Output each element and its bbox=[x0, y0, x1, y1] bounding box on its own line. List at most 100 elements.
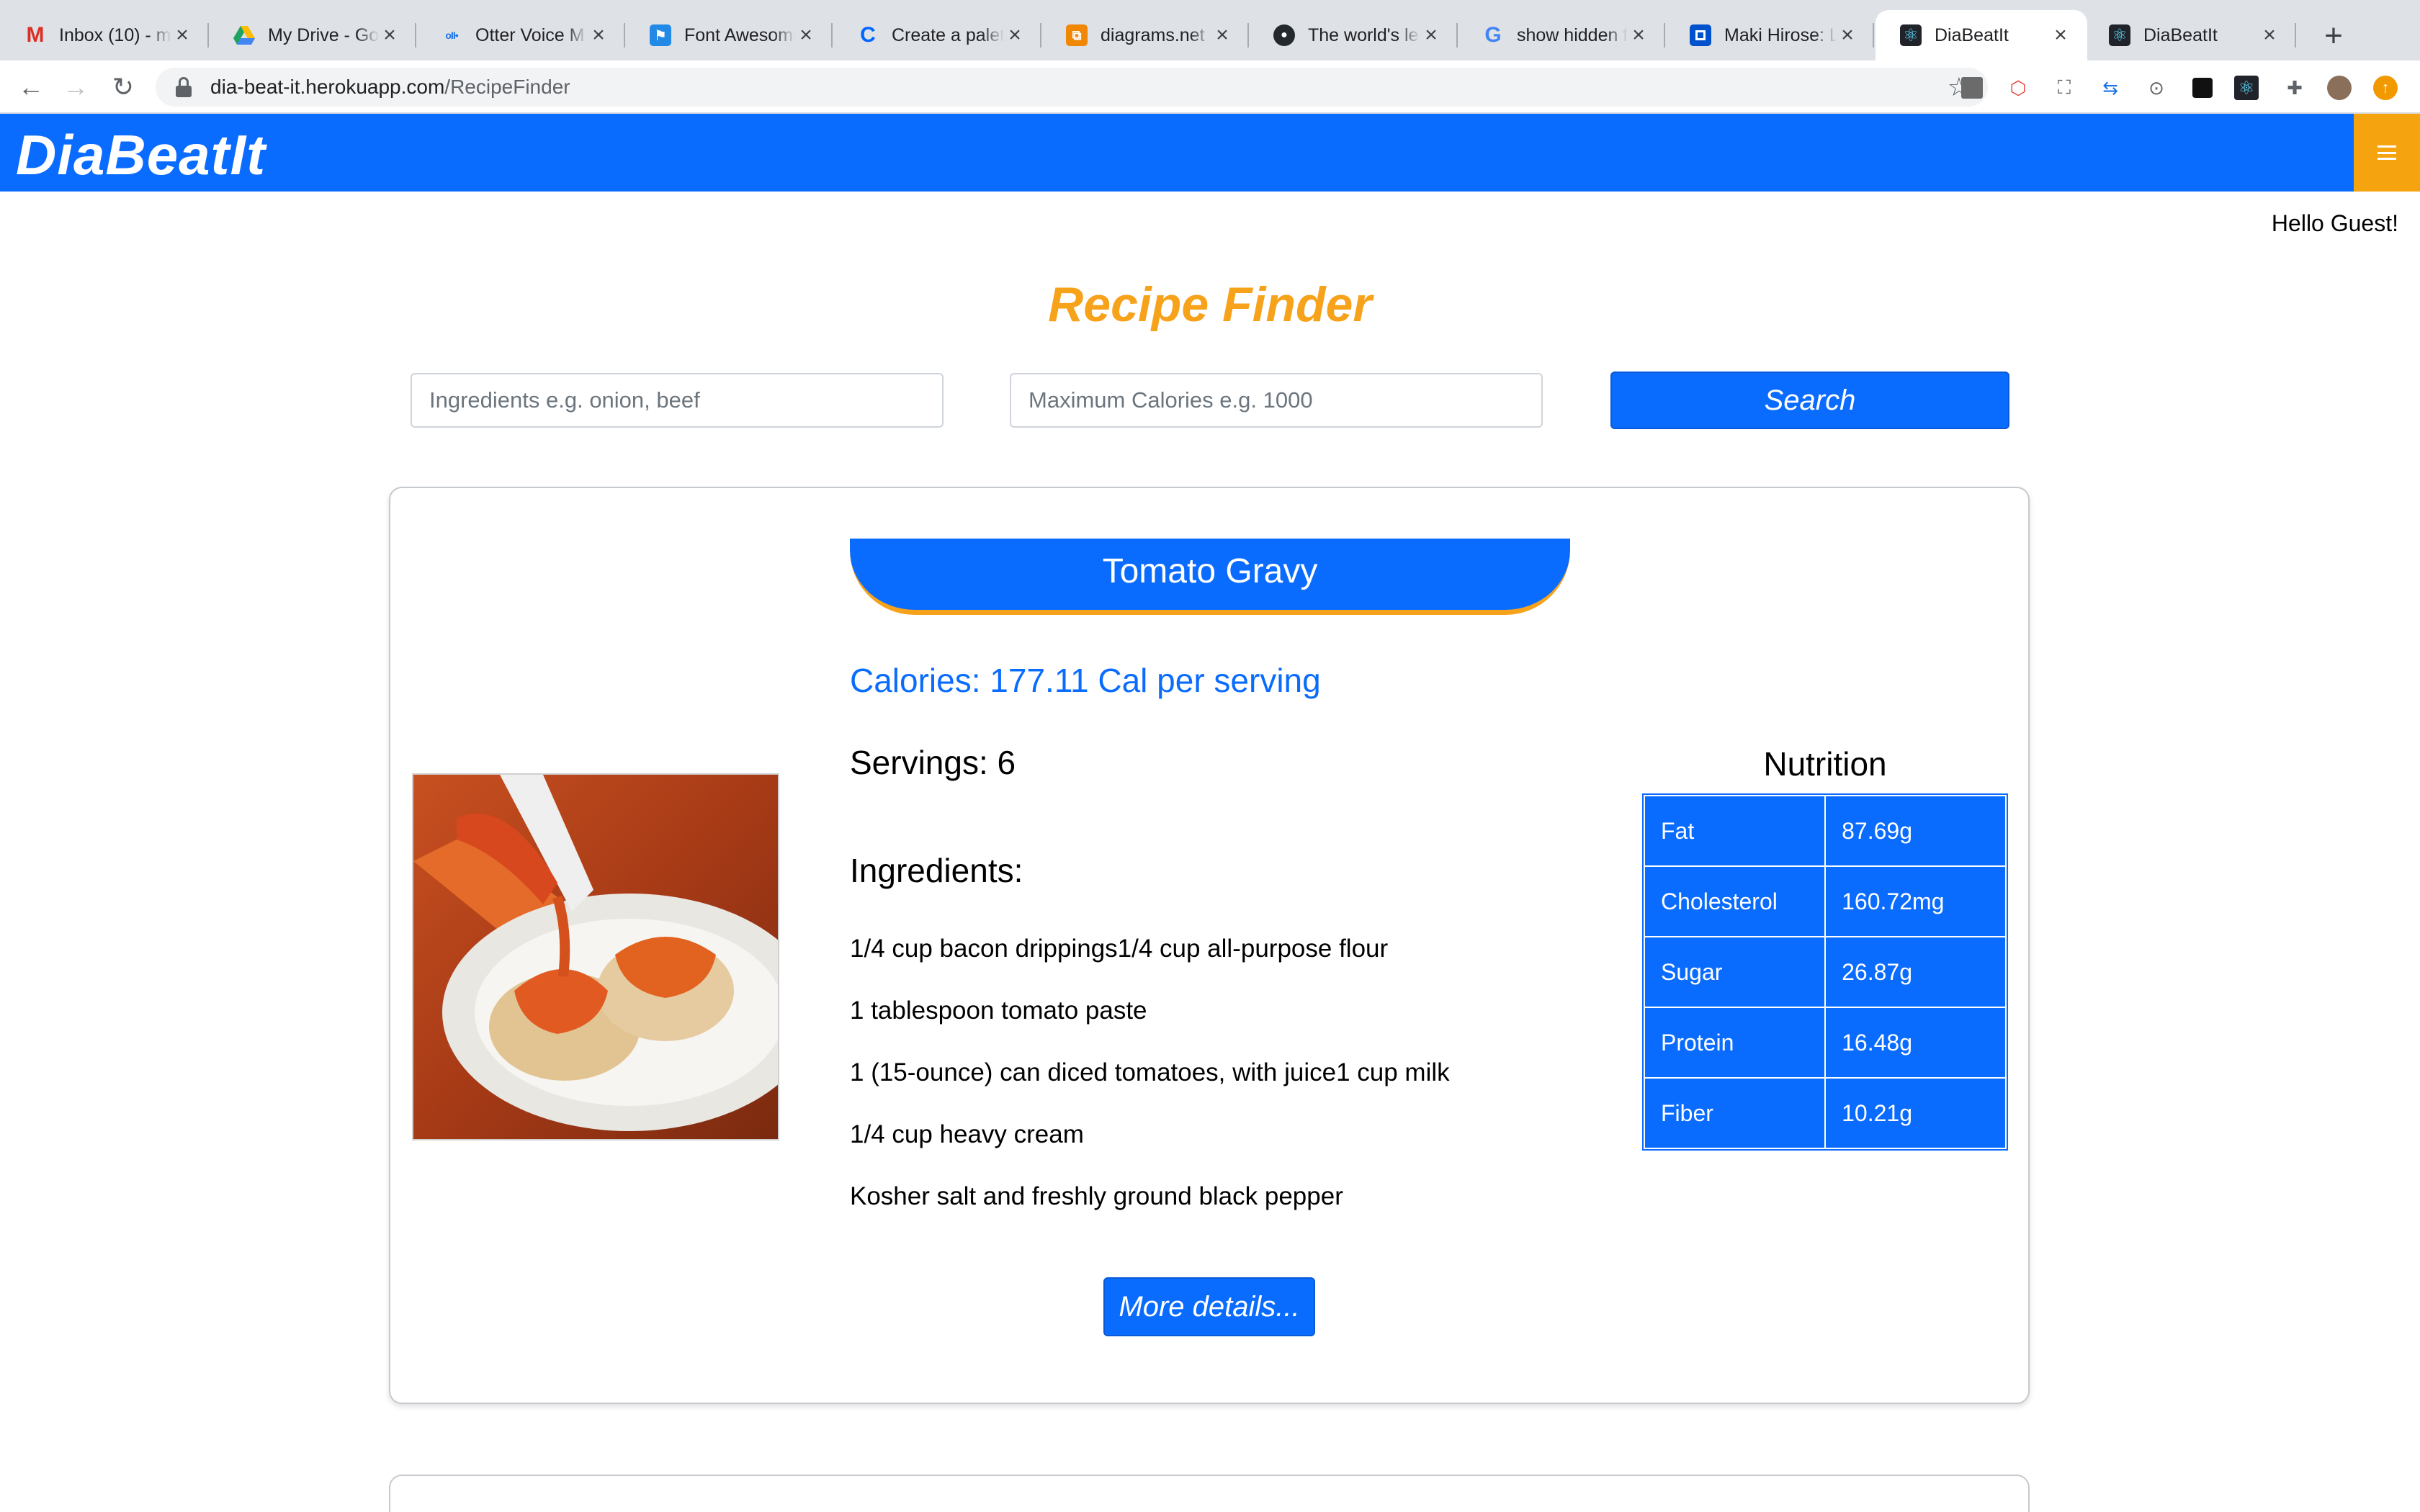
browser-tab-active[interactable]: ⚛ DiaBeatIt × bbox=[1876, 10, 2087, 60]
close-icon[interactable]: × bbox=[2050, 24, 2071, 46]
tab-title: My Drive - Go bbox=[268, 24, 379, 45]
nutrition-table: Fat 87.69g Cholesterol 160.72mg Sugar 26… bbox=[1642, 793, 2008, 1151]
react-icon: ⚛ bbox=[2109, 24, 2130, 46]
tab-title: DiaBeatIt bbox=[1935, 24, 2009, 45]
browser-tab[interactable]: M Inbox (10) - m × bbox=[0, 10, 209, 60]
search-button[interactable]: Search bbox=[1610, 372, 2009, 429]
close-icon[interactable]: × bbox=[171, 24, 193, 46]
tab-title: DiaBeatIt bbox=[2143, 24, 2218, 45]
close-icon[interactable]: × bbox=[1004, 24, 1026, 46]
close-icon[interactable]: × bbox=[1211, 24, 1233, 46]
browser-tab[interactable]: ⚑ Font Awesome × bbox=[625, 10, 833, 60]
tab-title: Create a palet bbox=[892, 24, 1004, 45]
browser-tab[interactable]: C Create a palet × bbox=[833, 10, 1041, 60]
nutrient-label: Fiber bbox=[1643, 1077, 1827, 1149]
extension-icon[interactable] bbox=[1958, 73, 1986, 102]
lock-icon bbox=[176, 77, 192, 97]
user-greeting: Hello Guest! bbox=[2271, 210, 2398, 236]
ingredient-item: 1/4 cup bacon drippings1/4 cup all-purpo… bbox=[850, 935, 1389, 963]
browser-tab[interactable]: My Drive - Go × bbox=[209, 10, 416, 60]
browser-tab[interactable]: ⧉ diagrams.net × bbox=[1041, 10, 1249, 60]
tab-title: diagrams.net bbox=[1101, 24, 1205, 45]
recipe-title: Tomato Gravy bbox=[850, 539, 1570, 615]
nutrient-label: Sugar bbox=[1643, 936, 1827, 1008]
browser-tab[interactable]: oII• Otter Voice M × bbox=[416, 10, 625, 60]
close-icon[interactable]: × bbox=[588, 24, 609, 46]
tab-title: Inbox (10) - m bbox=[59, 24, 171, 45]
ingredient-item: 1 (15-ounce) can diced tomatoes, with ju… bbox=[850, 1058, 1450, 1086]
ingredient-item: 1 tablespoon tomato paste bbox=[850, 996, 1147, 1025]
forward-icon[interactable]: → bbox=[58, 69, 94, 105]
extension-icon[interactable]: ⬡ bbox=[2004, 73, 2033, 102]
extension-icon[interactable] bbox=[2188, 73, 2217, 102]
react-devtools-icon[interactable]: ⚛ bbox=[2234, 76, 2259, 100]
table-row: Protein 16.48g bbox=[1643, 1007, 2007, 1079]
extensions-puzzle-icon[interactable]: ✚ bbox=[2280, 73, 2309, 102]
google-drive-icon bbox=[233, 24, 255, 46]
nutrient-label: Fat bbox=[1643, 795, 1827, 867]
nutrient-value: 10.21g bbox=[1824, 1077, 2007, 1149]
browser-tab[interactable]: G show hidden f × bbox=[1458, 10, 1665, 60]
table-row: Fiber 10.21g bbox=[1643, 1077, 2007, 1149]
browser-tab-bar: M Inbox (10) - m × My Drive - Go × oII• … bbox=[0, 0, 2420, 60]
ingredients-list: 1/4 cup bacon drippings1/4 cup all-purpo… bbox=[850, 933, 1450, 1243]
new-tab-button[interactable]: + bbox=[2313, 16, 2354, 56]
table-row: Fat 87.69g bbox=[1643, 795, 2007, 867]
close-icon[interactable]: × bbox=[795, 24, 817, 46]
page-title: Recipe Finder bbox=[1048, 277, 1372, 332]
tab-title: The world's le bbox=[1308, 24, 1419, 45]
nutrient-label: Protein bbox=[1643, 1007, 1827, 1079]
browser-tab[interactable]: Maki Hirose: L × bbox=[1665, 10, 1874, 60]
screenshot-icon[interactable]: ⛶ bbox=[2050, 73, 2079, 102]
nutrient-value: 16.48g bbox=[1824, 1007, 2007, 1079]
otter-icon: oII• bbox=[445, 30, 458, 41]
recipe-calories: Calories: 177.11 Cal per serving bbox=[850, 662, 1321, 699]
update-icon[interactable]: ↑ bbox=[2371, 73, 2400, 102]
avatar[interactable] bbox=[2325, 73, 2354, 102]
address-bar[interactable]: dia-beat-it.herokuapp.com/RecipeFinder ☆ bbox=[156, 68, 1988, 107]
nutrient-value: 87.69g bbox=[1824, 795, 2007, 867]
ingredients-input[interactable] bbox=[411, 373, 944, 428]
diagrams-icon: ⧉ bbox=[1066, 24, 1088, 46]
close-icon[interactable]: × bbox=[1837, 24, 1858, 46]
url-text: dia-beat-it.herokuapp.com/RecipeFinder bbox=[210, 76, 570, 98]
github-icon: ● bbox=[1273, 24, 1295, 46]
nutrition-heading: Nutrition bbox=[1763, 745, 1887, 783]
nutrient-label: Cholesterol bbox=[1643, 865, 1827, 937]
max-calories-input[interactable] bbox=[1010, 373, 1543, 428]
tab-title: show hidden f bbox=[1517, 24, 1628, 45]
react-icon: ⚛ bbox=[1900, 24, 1922, 46]
close-icon[interactable]: × bbox=[2259, 24, 2280, 46]
close-icon[interactable]: × bbox=[1628, 24, 1649, 46]
menu-toggle-button[interactable] bbox=[2354, 114, 2420, 192]
browser-toolbar: ← → ↻ dia-beat-it.herokuapp.com/RecipeFi… bbox=[0, 60, 2420, 114]
gmail-icon: M bbox=[26, 23, 45, 47]
recipe-card bbox=[389, 1475, 2030, 1512]
font-awesome-icon: ⚑ bbox=[650, 24, 671, 46]
coolors-icon: C bbox=[860, 23, 876, 47]
browser-tab[interactable]: ● The world's le × bbox=[1249, 10, 1458, 60]
table-row: Cholesterol 160.72mg bbox=[1643, 865, 2007, 937]
browser-tab[interactable]: ⚛ DiaBeatIt × bbox=[2084, 10, 2296, 60]
brand-logo[interactable]: DiaBeatIt bbox=[16, 122, 266, 188]
close-icon[interactable]: × bbox=[379, 24, 400, 46]
extension-icon[interactable]: ⇆ bbox=[2096, 73, 2125, 102]
recipe-servings: Servings: 6 bbox=[850, 744, 1016, 781]
tab-title: Maki Hirose: L bbox=[1724, 24, 1837, 45]
tab-title: Font Awesome bbox=[684, 24, 795, 45]
close-icon[interactable]: × bbox=[1420, 24, 1442, 46]
nutrient-value: 160.72mg bbox=[1824, 865, 2007, 937]
hamburger-icon bbox=[2378, 145, 2396, 160]
recipe-image bbox=[412, 773, 779, 1140]
google-icon: G bbox=[1484, 23, 1502, 47]
table-row: Sugar 26.87g bbox=[1643, 936, 2007, 1008]
ingredient-item: 1/4 cup heavy cream bbox=[850, 1120, 1084, 1148]
extension-icon[interactable]: ⊙ bbox=[2142, 73, 2171, 102]
back-icon[interactable]: ← bbox=[13, 69, 49, 105]
more-details-button[interactable]: More details... bbox=[1103, 1277, 1315, 1336]
ingredients-heading: Ingredients: bbox=[850, 852, 1023, 889]
trello-icon bbox=[1690, 24, 1711, 46]
tab-title: Otter Voice M bbox=[475, 24, 585, 45]
reload-icon[interactable]: ↻ bbox=[105, 69, 141, 105]
ingredient-item: Kosher salt and freshly ground black pep… bbox=[850, 1182, 1343, 1210]
